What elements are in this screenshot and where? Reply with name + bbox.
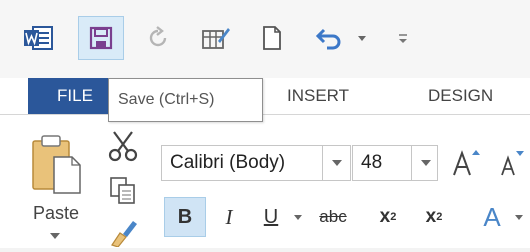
bold-button[interactable]: B bbox=[164, 197, 206, 237]
new-document-icon bbox=[263, 26, 281, 50]
chevron-down-icon bbox=[294, 214, 302, 220]
font-name-value: Calibri (Body) bbox=[170, 152, 286, 173]
superscript-base: x bbox=[425, 206, 437, 227]
save-tooltip: Save (Ctrl+S) bbox=[108, 78, 263, 122]
draw-table-button[interactable] bbox=[194, 18, 238, 58]
quick-access-toolbar bbox=[0, 0, 530, 79]
paste-label: Paste bbox=[33, 203, 80, 223]
ribbon-tab-bar: FILE INSERT DESIGN bbox=[0, 78, 530, 115]
dropdown-separator bbox=[322, 146, 323, 180]
font-name-dropdown[interactable]: Calibri (Body) bbox=[161, 145, 351, 181]
chevron-down-icon bbox=[515, 214, 523, 220]
draw-table-icon bbox=[202, 28, 230, 49]
paintbrush-icon bbox=[111, 221, 137, 248]
chevron-down-icon bbox=[50, 233, 60, 239]
subscript-button[interactable]: x2 bbox=[368, 197, 408, 237]
dropdown-separator bbox=[411, 146, 412, 180]
cut-button[interactable] bbox=[106, 129, 140, 163]
text-effects-dropdown-arrow[interactable] bbox=[512, 197, 526, 237]
word-logo-icon[interactable] bbox=[16, 18, 60, 58]
save-button[interactable] bbox=[78, 16, 124, 60]
chevron-down-icon bbox=[421, 160, 431, 166]
paste-dropdown-arrow[interactable] bbox=[50, 233, 62, 241]
undo-dropdown-arrow[interactable] bbox=[352, 18, 372, 58]
subscript-mark: 2 bbox=[390, 211, 397, 223]
format-painter-button[interactable] bbox=[106, 219, 140, 248]
undo-button[interactable] bbox=[308, 18, 348, 58]
scissors-icon bbox=[108, 131, 138, 162]
repeat-button[interactable] bbox=[138, 18, 178, 58]
chevron-down-icon bbox=[332, 160, 342, 166]
chevron-down-icon bbox=[358, 35, 366, 41]
text-effects-button[interactable]: A bbox=[470, 197, 514, 237]
font-size-value: 48 bbox=[361, 152, 383, 173]
paste-button[interactable] bbox=[28, 133, 88, 195]
undo-icon bbox=[315, 28, 341, 50]
copy-button[interactable] bbox=[106, 175, 140, 207]
grow-font-icon bbox=[453, 150, 480, 176]
shrink-font-button[interactable] bbox=[496, 145, 530, 181]
superscript-button[interactable]: x2 bbox=[414, 197, 454, 237]
shrink-font-icon bbox=[501, 151, 524, 176]
repeat-icon bbox=[149, 26, 167, 47]
superscript-mark: 2 bbox=[436, 211, 443, 223]
subscript-base: x bbox=[379, 206, 391, 227]
clipboard-icon bbox=[32, 135, 81, 194]
font-size-dropdown[interactable]: 48 bbox=[352, 145, 438, 181]
ribbon-home-panel: Paste Calibri (Body) 48 B I U abc x 2 x … bbox=[0, 115, 530, 248]
tab-design[interactable]: DESIGN bbox=[428, 78, 493, 114]
copy-icon bbox=[110, 177, 135, 204]
underline-button[interactable]: U bbox=[254, 197, 288, 237]
customize-toolbar-icon bbox=[399, 34, 407, 43]
floppy-disk-icon bbox=[89, 26, 113, 50]
strikethrough-button[interactable]: abc bbox=[308, 197, 358, 237]
customize-toolbar-button[interactable] bbox=[388, 18, 418, 58]
tab-insert[interactable]: INSERT bbox=[287, 78, 349, 114]
grow-font-button[interactable] bbox=[450, 145, 484, 181]
underline-dropdown-arrow[interactable] bbox=[290, 197, 306, 237]
italic-button[interactable]: I bbox=[212, 197, 246, 237]
new-document-button[interactable] bbox=[252, 18, 292, 58]
